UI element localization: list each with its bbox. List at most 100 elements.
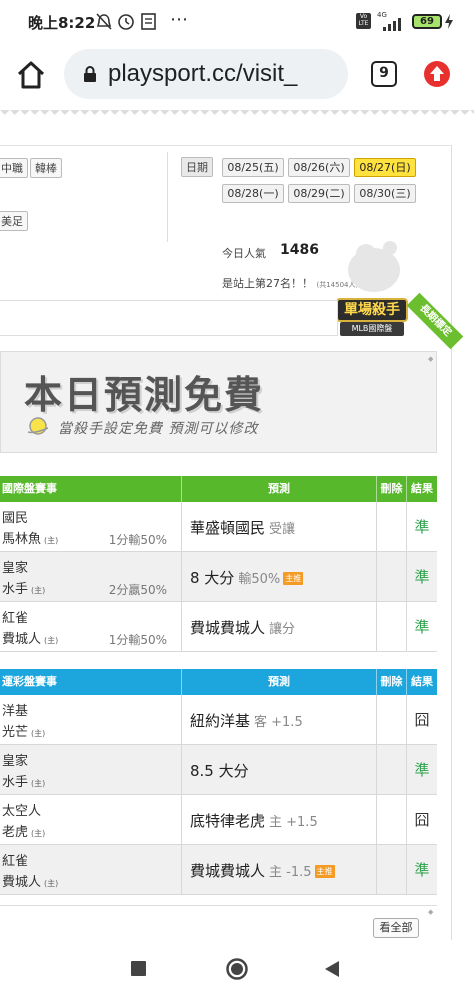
back-icon[interactable] [323,959,341,979]
prediction-cell: 底特律老虎主 +1.5 [182,795,377,845]
home-mark: (主) [31,729,46,738]
table2-col-result: 結果 [411,675,433,688]
home-mark: (主) [31,586,46,595]
delete-cell[interactable] [377,745,407,795]
result-mark: 準 [414,861,430,879]
event-cell: 太空人老虎 (主) [0,795,182,845]
date-0829[interactable]: 08/29(二) [288,184,350,203]
home-team: 費城人 [2,632,42,647]
table-row: 太空人老虎 (主) 底特律老虎主 +1.5 囧 [0,795,437,845]
prediction-wrap: 底特律老虎主 +1.5 [190,810,318,831]
arrow-up-icon [430,66,444,81]
prediction-sub: 受讓 [269,522,296,537]
prediction-text: 費城費城人 [190,862,266,880]
table-row: 紅雀 費城人 (主) 費城費城人主 -1.5 主推 準 [0,845,437,895]
home-team-wrap: 水手 (主) [2,578,45,597]
tab-switcher-button[interactable]: 9 [371,61,397,87]
date-0827-active[interactable]: 08/27(日) [354,158,416,177]
away-team: 太空人 [2,804,42,819]
result-mark: 囧 [414,811,430,829]
prediction-sub: 讓分 [269,622,296,637]
table2-col-event: 運彩盤賽事 [0,669,182,695]
popularity-value: 1486 [280,242,319,258]
table1-col-prediction: 預測 [182,476,377,502]
prediction-text: 8.5 大分 [190,762,249,780]
corner-dot: ◆ [428,355,434,363]
result-mark: 準 [414,618,430,636]
result-cell: 準 [407,845,437,895]
lightbulb-icon [27,417,49,435]
delete-cell[interactable] [377,845,407,895]
delete-cell[interactable] [377,695,407,745]
home-icon[interactable] [14,58,48,92]
result-cell: 準 [407,602,437,652]
spread-result: 1分輸50% [108,533,167,547]
event-cell: 紅雀 費城人 (主) 1分輸50% [0,602,182,652]
delete-cell[interactable] [377,552,407,602]
home-circle-icon[interactable] [225,957,249,981]
event-cell: 皇家 水手 (主) 2分贏50% [0,552,182,602]
result-cell: 準 [407,502,437,552]
date-0825[interactable]: 08/25(五) [222,158,284,177]
date-label: 日期 [181,157,213,177]
spread-result: 2分贏50% [108,583,167,597]
killer-badge: 單場殺手 [336,298,408,322]
tag-kbo[interactable]: 韓棒 [30,158,62,178]
home-mark: (主) [31,829,46,838]
filter-input[interactable] [0,300,338,336]
prediction-cell: 8.5 大分 [182,745,377,795]
rank-text: 是站上第27名！！ [222,277,313,290]
event-cell: 國民 馬林魚 (主) 1分輸50% [0,502,182,552]
spread-result: 1分輸50% [108,633,167,647]
table2-header: 運彩盤賽事 預測 刪除 結果 [0,669,437,695]
table1-col-delete: 刪除 [377,476,407,502]
table-row: 洋基 光芒 (主) 紐約洋基客 +1.5 囧 [0,695,437,745]
tag-nfl[interactable]: 美足 [0,211,28,231]
result-mark: 準 [414,568,430,586]
news-icon [141,13,156,30]
table-row: 紅雀 費城人 (主) 1分輸50% 費城費城人 讓分 準 [0,602,437,652]
away-team: 洋基 [2,704,29,719]
delete-cell[interactable] [377,602,407,652]
url-text[interactable]: playsport.cc/visit_ [108,60,297,88]
delete-cell[interactable] [377,502,407,552]
result-cell: 準 [407,552,437,602]
volte-icon: Vo LTE [356,13,371,29]
table2-col-delete: 刪除 [377,669,407,695]
event-cell: 洋基 光芒 (主) [0,695,182,745]
see-all-button[interactable]: 看全部 [373,918,419,938]
banner-subtitle: 當殺手設定免費 預測可以修改 [58,421,259,437]
prediction-sub: 主 +1.5 [269,815,318,830]
lock-icon [84,66,96,82]
result-cell: 準 [407,745,437,795]
more-icon: ⋯ [170,9,190,30]
tag-cpbl[interactable]: 中職 [0,158,28,178]
home-team: 老虎 [2,825,29,840]
home-team: 費城人 [2,875,42,890]
corner-dot: ◆ [428,908,434,916]
date-0826[interactable]: 08/26(六) [288,158,350,177]
alarm-icon [118,14,134,30]
popularity-label: 今日人氣 [222,247,266,260]
table2-col-prediction: 預測 [182,669,377,695]
date-0830[interactable]: 08/30(三) [354,184,416,203]
main-pick-badge: 主推 [314,865,335,878]
recents-icon[interactable] [131,961,146,976]
event-cell: 紅雀 費城人 (主) [0,845,182,895]
prediction-wrap: 費城費城人主 -1.5 主推 [190,860,335,881]
home-team-wrap: 水手 (主) [2,771,45,790]
home-team-wrap: 費城人 (主) [2,871,58,890]
upload-button[interactable] [424,61,450,87]
prediction-sub: 客 +1.5 [254,715,303,730]
prediction-cell: 費城費城人 讓分 [182,602,377,652]
status-time: 晚上8:22 [28,14,96,32]
date-0828[interactable]: 08/28(一) [222,184,284,203]
delete-cell[interactable] [377,795,407,845]
prediction-cell: 8 大分 輸50% 主推 [182,552,377,602]
result-cell: 囧 [407,695,437,745]
home-team: 水手 [2,582,29,597]
home-team-wrap: 老虎 (主) [2,821,45,840]
home-team-wrap: 馬林魚 (主) [2,528,58,547]
mascot-silhouette-icon [348,241,400,292]
away-team: 皇家 [2,754,29,769]
